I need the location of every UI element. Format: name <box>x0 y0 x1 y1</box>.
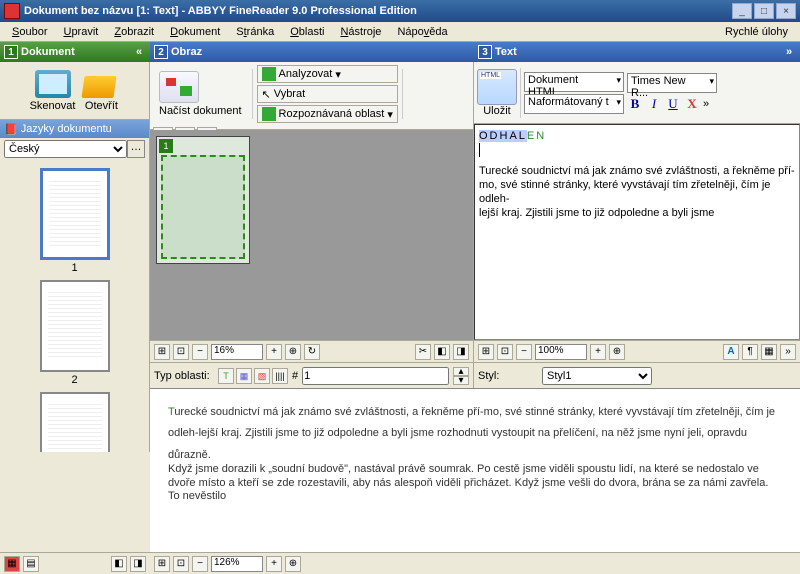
view-mode-1[interactable]: ▦ <box>4 556 20 572</box>
view-mode-2[interactable]: ▤ <box>23 556 39 572</box>
html-save-icon <box>477 69 517 105</box>
close-button[interactable]: × <box>776 3 796 19</box>
image-viewport[interactable]: 1 <box>150 130 473 340</box>
page-thumb-1[interactable] <box>40 168 110 260</box>
text-region[interactable] <box>161 155 245 259</box>
open-icon <box>83 70 119 98</box>
zoom-in-button[interactable]: + <box>266 344 282 360</box>
doctype-select[interactable]: Dokument HTML <box>524 72 624 92</box>
menubar: Soubor Upravit Zobrazit Dokument Stránka… <box>0 22 800 42</box>
zoom-out-button[interactable]: − <box>192 344 208 360</box>
menu-tools[interactable]: Nástroje <box>332 24 389 40</box>
page-thumb-2[interactable] <box>40 280 110 372</box>
txt-tool-a[interactable]: A <box>723 344 739 360</box>
text-pane-title: 3 Text » <box>474 42 800 62</box>
recognize-area-button[interactable]: Rozpoznávaná oblast▾ <box>257 105 398 123</box>
italic-button[interactable]: I <box>646 95 662 113</box>
fit-width-button[interactable]: ⊞ <box>154 344 170 360</box>
language-more-button[interactable]: … <box>127 140 145 158</box>
zoom-select[interactable]: 16% <box>211 344 263 360</box>
window-title: Dokument bez názvu [1: Text] - ABBYY Fin… <box>24 5 732 17</box>
image-pane-title: 2 Obraz <box>150 42 474 62</box>
pv-zoom-select[interactable]: 126% <box>211 556 263 572</box>
document-panel: Skenovat Otevřít 📕 Jazyky dokumentu Česk… <box>0 62 150 452</box>
txt-zoom-select[interactable]: 100% <box>535 344 587 360</box>
pv-zoom-in[interactable]: + <box>266 556 282 572</box>
pages-list: 1 2 <box>0 160 149 452</box>
lang-section-title: 📕 Jazyky dokumentu <box>0 120 149 138</box>
region-type-label: Typ oblasti: <box>154 370 214 382</box>
menu-file[interactable]: Soubor <box>4 24 55 40</box>
pv-fit-page[interactable]: ⊡ <box>173 556 189 572</box>
analyze-icon <box>262 67 276 81</box>
menu-quick-tasks[interactable]: Rychlé úlohy <box>717 24 796 40</box>
titlebar: Dokument bez názvu [1: Text] - ABBYY Fin… <box>0 0 800 22</box>
book-icon: 📕 <box>4 123 18 136</box>
menu-view[interactable]: Zobrazit <box>106 24 162 40</box>
txt-tool-para[interactable]: ¶ <box>742 344 758 360</box>
maximize-button[interactable]: □ <box>754 3 774 19</box>
collapse-text-icon[interactable]: » <box>782 46 796 58</box>
collapse-doc-icon[interactable]: « <box>132 46 146 58</box>
menu-page[interactable]: Stránka <box>228 24 282 40</box>
pv-fit-width[interactable]: ⊞ <box>154 556 170 572</box>
pv-zoom-out[interactable]: − <box>192 556 208 572</box>
rt-image[interactable]: ▧ <box>254 368 270 384</box>
app-icon <box>4 3 20 19</box>
page-thumb-3[interactable] <box>40 392 110 452</box>
select-button[interactable]: ↖Vybrat <box>257 85 398 103</box>
load-document-icon <box>159 71 199 103</box>
cursor-icon: ↖ <box>262 88 271 101</box>
tool-b1[interactable]: ◧ <box>434 344 450 360</box>
txt-btn1[interactable]: ⊞ <box>478 344 494 360</box>
menu-help[interactable]: Nápověda <box>389 24 455 40</box>
save-button[interactable]: Uložit <box>477 69 517 117</box>
txt-zoom-out[interactable]: − <box>516 344 532 360</box>
analyze-button[interactable]: Analyzovat▾ <box>257 65 398 83</box>
rotate-button[interactable]: ↻ <box>304 344 320 360</box>
txt-zoom-in[interactable]: + <box>590 344 606 360</box>
txt-btn2[interactable]: ⊡ <box>497 344 513 360</box>
doc-b2[interactable]: ◨ <box>130 556 146 572</box>
region-badge: 1 <box>159 139 173 153</box>
style-select[interactable]: Styl1 <box>542 367 652 385</box>
pv-actual[interactable]: ⊕ <box>285 556 301 572</box>
recognize-icon <box>262 107 276 121</box>
rt-table[interactable]: ▦ <box>236 368 252 384</box>
region-number-input[interactable] <box>302 367 449 385</box>
font-select[interactable]: Times New R... <box>627 73 717 93</box>
open-button[interactable]: Otevřít <box>83 70 119 112</box>
text-editor[interactable]: ODHALEN Turecké soudnictví má jak známo … <box>474 124 800 340</box>
tool-b2[interactable]: ◨ <box>453 344 469 360</box>
language-select[interactable]: Český <box>4 140 127 158</box>
format-more[interactable]: » <box>703 98 709 110</box>
load-document-button[interactable]: Načíst dokument <box>153 69 248 119</box>
rt-barcode[interactable]: |||| <box>272 368 288 384</box>
txt-tool-b2[interactable]: » <box>780 344 796 360</box>
scan-button[interactable]: Skenovat <box>30 70 76 112</box>
zoom-actual-button[interactable]: ⊕ <box>285 344 301 360</box>
preview-pane[interactable]: Turecké soudnictví má jak známo své zvlá… <box>150 388 800 574</box>
txt-btn3[interactable]: ⊕ <box>609 344 625 360</box>
num-down[interactable]: ▾ <box>453 376 469 385</box>
style-label: Styl: <box>478 370 538 382</box>
doc-bottom-toolbar: ▦ ▤ ◧ ◨ <box>0 552 150 574</box>
minimize-button[interactable]: _ <box>732 3 752 19</box>
document-image[interactable]: 1 <box>156 136 250 264</box>
menu-document[interactable]: Dokument <box>162 24 228 40</box>
fit-page-button[interactable]: ⊡ <box>173 344 189 360</box>
menu-edit[interactable]: Upravit <box>55 24 106 40</box>
clear-format-button[interactable]: X <box>684 95 700 113</box>
format-select[interactable]: Naformátovaný t <box>524 94 624 114</box>
crop-button[interactable]: ✂ <box>415 344 431 360</box>
doc-b1[interactable]: ◧ <box>111 556 127 572</box>
document-pane-title: 1 Dokument « <box>0 42 150 62</box>
menu-areas[interactable]: Oblasti <box>282 24 332 40</box>
txt-tool-b1[interactable]: ▦ <box>761 344 777 360</box>
scan-icon <box>35 70 71 98</box>
preview-zoom-bar: ⊞ ⊡ − 126% + ⊕ <box>150 552 800 574</box>
underline-button[interactable]: U <box>665 95 681 113</box>
rt-text[interactable]: T <box>218 368 234 384</box>
